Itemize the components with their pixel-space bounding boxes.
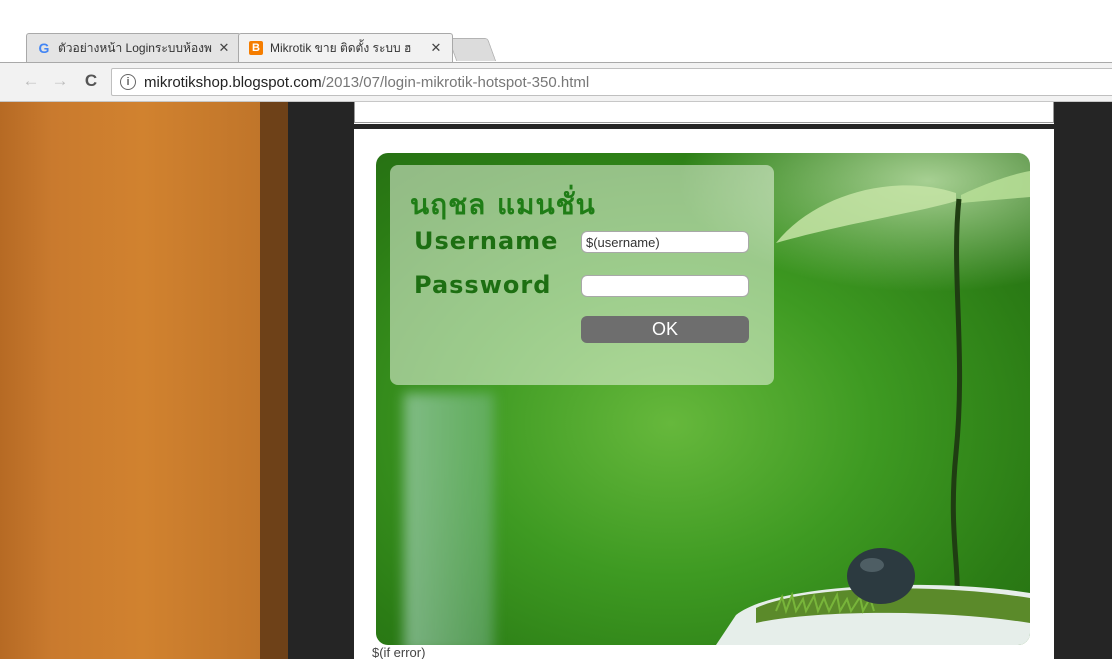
tab-title: Mikrotik ขาย ติดตั้ง ระบบ ฮ: [270, 40, 412, 55]
separator-bar: [354, 124, 1054, 129]
username-label: Username: [414, 227, 559, 255]
new-tab-button[interactable]: [447, 38, 497, 61]
brand-title: นฤชล แมนชั่น: [410, 188, 596, 221]
left-orange-background: [0, 102, 260, 659]
content-column: นฤชล แมนชั่น Username Password OK $(if e…: [354, 102, 1054, 659]
url-host: mikrotikshop.blogspot.com: [144, 73, 322, 91]
forward-arrow-icon[interactable]: →: [51, 72, 69, 90]
back-arrow-icon[interactable]: ←: [22, 72, 40, 90]
password-label: Password: [414, 271, 552, 299]
address-bar[interactable]: i mikrotikshop.blogspot.com/2013/07/logi…: [111, 68, 1112, 96]
close-icon[interactable]: ✕: [428, 40, 444, 56]
error-placeholder-text: $(if error): [372, 645, 426, 659]
google-g-icon: G: [38, 40, 50, 56]
reload-icon[interactable]: C: [82, 72, 100, 90]
tab-login-example[interactable]: G ตัวอย่างหน้า Loginระบบห้องพ ✕: [26, 33, 241, 62]
tab-strip: G ตัวอย่างหน้า Loginระบบห้องพ ✕ B Mikrot…: [0, 0, 1112, 66]
info-icon[interactable]: i: [120, 74, 136, 90]
password-input[interactable]: [581, 275, 749, 297]
url-path: /2013/07/login-mikrotik-hotspot-350.html: [321, 73, 590, 91]
hotspot-login-background: นฤชล แมนชั่น Username Password OK: [376, 153, 1030, 645]
page-viewport: นฤชล แมนชั่น Username Password OK $(if e…: [0, 102, 1112, 659]
login-panel: นฤชล แมนชั่น Username Password OK: [390, 165, 774, 385]
tab-title: ตัวอย่างหน้า Loginระบบห้องพ: [58, 40, 212, 55]
browser-toolbar: ← → C i mikrotikshop.blogspot.com/2013/0…: [0, 63, 1112, 102]
close-icon[interactable]: ✕: [216, 40, 232, 56]
left-dark-stripe: [260, 102, 288, 659]
top-strip: [354, 102, 1054, 123]
blogger-icon: B: [249, 41, 263, 55]
ok-button[interactable]: OK: [581, 316, 749, 343]
tab-mikrotik[interactable]: B Mikrotik ขาย ติดตั้ง ระบบ ฮ ✕: [238, 33, 453, 62]
username-input[interactable]: [581, 231, 749, 253]
